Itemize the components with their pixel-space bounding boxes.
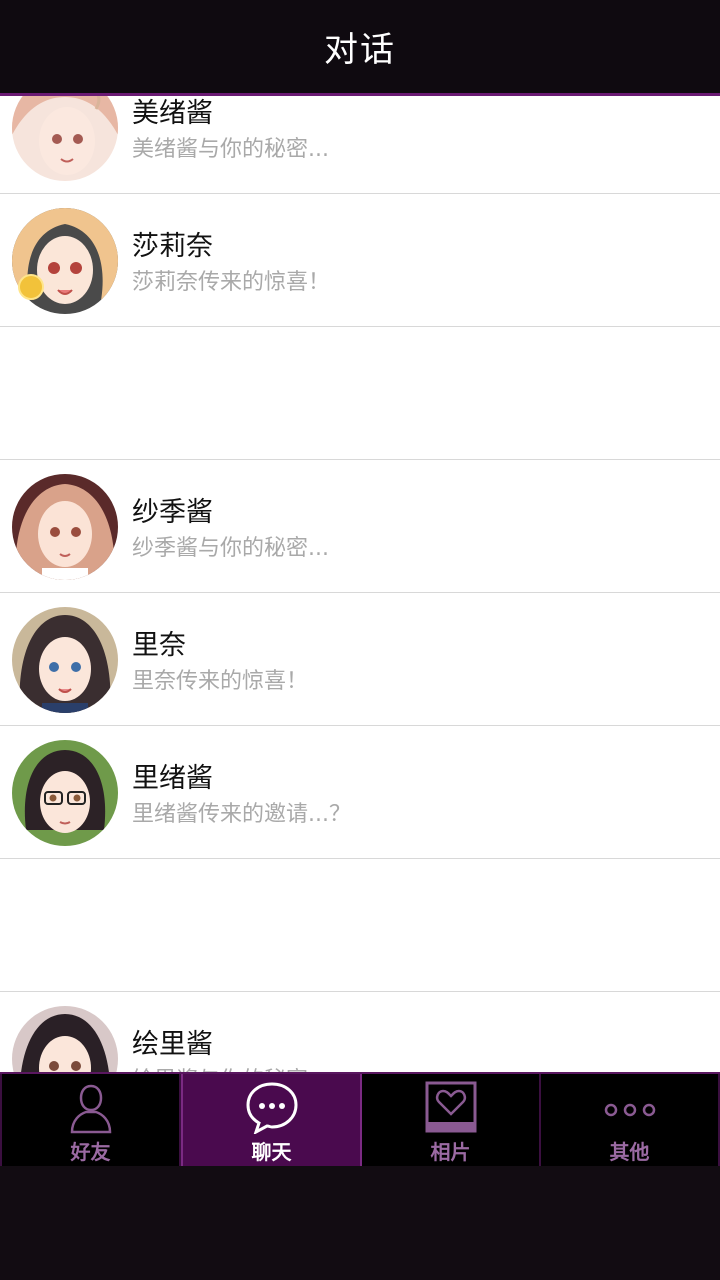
conversation-name: 里绪酱 — [132, 763, 213, 794]
conversation-preview: 里奈传来的惊喜！ — [132, 669, 309, 694]
conversation-name: 美绪酱 — [132, 98, 213, 129]
page-title: 对话 — [324, 30, 396, 70]
bottom-blank-area — [0, 1166, 720, 1280]
tab-friends[interactable]: 好友 — [0, 1074, 181, 1166]
conversation-preview: 里绪酱传来的邀请...？ — [132, 802, 351, 827]
photo-heart-icon — [425, 1081, 476, 1133]
tab-label: 相片 — [430, 1140, 471, 1164]
avatar — [12, 1006, 118, 1072]
more-dots-icon — [604, 1103, 655, 1117]
conversation-name: 莎莉奈 — [132, 231, 213, 262]
conversation-preview: 绘里酱与你的秘密... — [132, 1062, 329, 1072]
bottom-tab-bar: 好友 聊天 相片 其他 — [0, 1072, 720, 1166]
conversation-row-saki[interactable]: 纱季酱 纱季酱与你的秘密... — [0, 460, 720, 593]
star-badge-icon — [18, 274, 44, 300]
avatar — [12, 96, 118, 181]
conversation-row-rina[interactable]: 里奈 里奈传来的惊喜！ — [0, 593, 720, 726]
avatar — [12, 740, 118, 846]
tab-label: 好友 — [70, 1140, 111, 1164]
conversation-row-empty — [0, 327, 720, 460]
conversation-preview: 莎莉奈传来的惊喜！ — [132, 270, 331, 295]
conversation-row-sarina[interactable]: 莎莉奈 莎莉奈传来的惊喜！ — [0, 194, 720, 327]
person-icon — [70, 1084, 111, 1134]
conversation-preview: 美绪酱与你的秘密... — [132, 137, 329, 162]
conversation-name: 里奈 — [132, 630, 186, 661]
tab-more[interactable]: 其他 — [541, 1074, 720, 1166]
avatar — [12, 607, 118, 713]
tab-label: 聊天 — [251, 1140, 292, 1164]
conversation-row-eri[interactable]: 绘里酱 绘里酱与你的秘密... — [0, 992, 720, 1072]
tab-label: 其他 — [609, 1140, 650, 1164]
conversation-list[interactable]: 美绪酱 美绪酱与你的秘密... 莎莉奈 莎莉奈传来的惊喜！ 纱季酱 纱季酱与你的… — [0, 96, 720, 1072]
conversation-preview: 纱季酱与你的秘密... — [132, 536, 329, 561]
conversation-row-empty — [0, 859, 720, 992]
conversation-row-mio[interactable]: 美绪酱 美绪酱与你的秘密... — [0, 96, 720, 194]
tab-photos[interactable]: 相片 — [362, 1074, 541, 1166]
conversation-name: 绘里酱 — [132, 1029, 213, 1060]
conversation-row-rio[interactable]: 里绪酱 里绪酱传来的邀请...？ — [0, 726, 720, 859]
tab-chat[interactable]: 聊天 — [181, 1074, 362, 1166]
header-bar: 对话 — [0, 0, 720, 96]
conversation-name: 纱季酱 — [132, 497, 213, 528]
chat-bubble-icon — [245, 1082, 298, 1134]
avatar — [12, 474, 118, 580]
app-screen: 对话 美绪酱 美绪酱与你的秘密... 莎莉奈 莎莉奈传来的惊喜！ 纱季酱 纱季酱… — [0, 0, 720, 1280]
